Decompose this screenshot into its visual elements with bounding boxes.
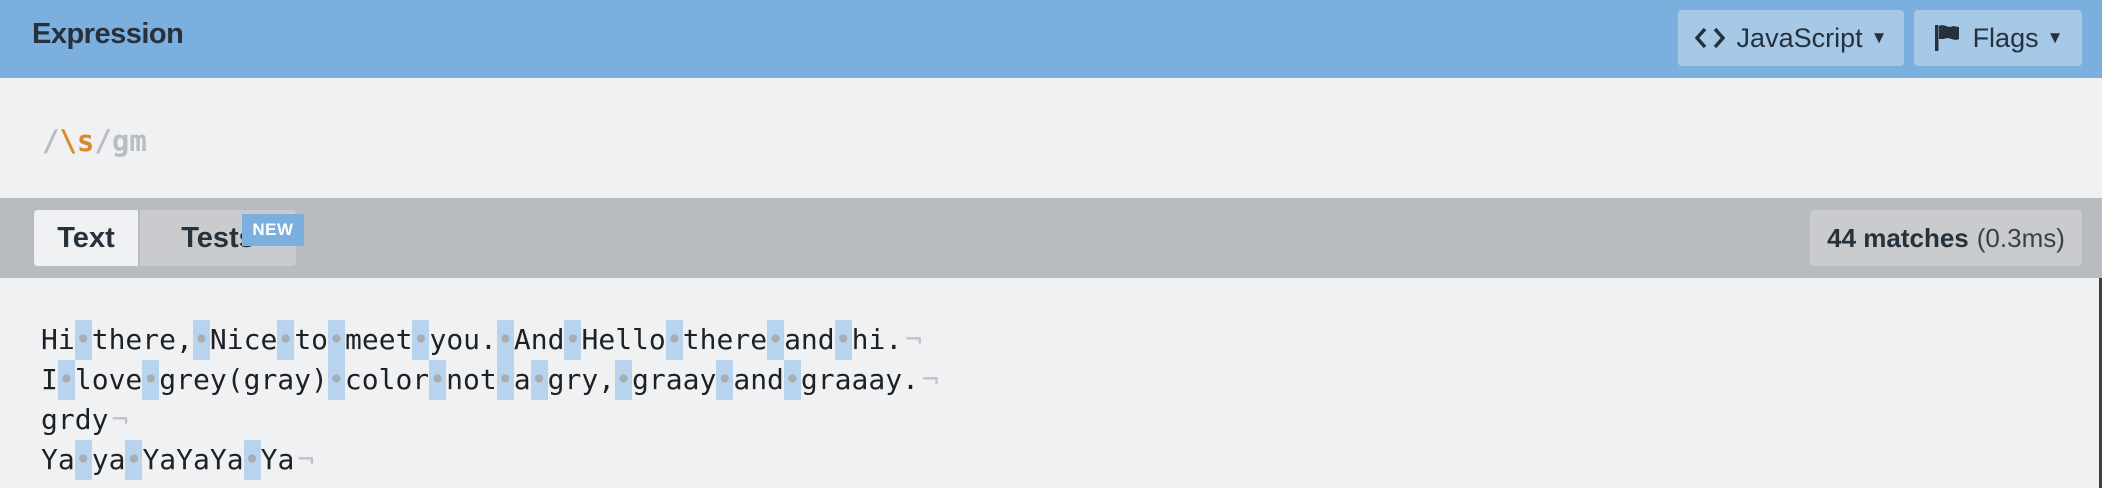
expression-title: Expression [32, 18, 184, 50]
whitespace-match: • [125, 440, 143, 480]
text-word: and [784, 323, 835, 356]
whitespace-match: • [530, 360, 548, 400]
whitespace-match: • [564, 320, 582, 360]
whitespace-match: • [767, 320, 785, 360]
whitespace-match: • [74, 320, 92, 360]
text-word: And [513, 323, 565, 356]
tab-text[interactable]: Text [34, 210, 138, 266]
newline-marker: ¬ [297, 443, 315, 476]
chevron-down-icon: ▼ [2046, 28, 2064, 47]
whitespace-match: • [783, 360, 801, 400]
whitespace-match: • [716, 360, 734, 400]
expression-header: Expression JavaScript ▼ Flags ▼ [0, 0, 2102, 78]
code-icon [1694, 27, 1725, 49]
match-count-badge[interactable]: 44 matches (0.3ms) [1810, 210, 2082, 266]
flag-icon [1933, 23, 1961, 53]
text-word: meet [345, 323, 413, 356]
text-word: I [41, 363, 58, 396]
text-word: ya [91, 443, 126, 476]
match-time: (0.3ms) [1976, 222, 2065, 253]
whitespace-match: • [142, 360, 160, 400]
flags-button[interactable]: Flags ▼ [1914, 10, 2082, 66]
text-tests-tabbar: Text Tests NEW 44 matches (0.3ms) [0, 198, 2102, 278]
text-word: gry, [547, 363, 616, 396]
flags-label: Flags [1972, 22, 2039, 53]
text-word: a [513, 363, 531, 396]
text-word: there [682, 323, 768, 356]
whitespace-match: • [429, 360, 447, 400]
language-select-button[interactable]: JavaScript ▼ [1678, 10, 1904, 66]
regex-expression[interactable]: /\s/gm [42, 124, 147, 158]
new-badge: NEW [242, 214, 304, 246]
newline-marker: ¬ [111, 403, 129, 436]
whitespace-match: • [243, 440, 261, 480]
text-line: I•love•grey(gray)•color•not•a•gry,•graay… [41, 360, 939, 400]
text-word: you. [429, 323, 497, 356]
text-word: color [344, 363, 430, 396]
text-line: Ya•ya•YaYaYa•Ya ¬ [41, 440, 939, 480]
test-text-editor[interactable]: Hi•there,•Nice•to•meet•you.•And•Hello•th… [0, 278, 2102, 488]
whitespace-match: • [327, 360, 345, 400]
text-word: Ya [260, 443, 295, 476]
text-word: Hi [41, 323, 75, 356]
text-word: Ya [41, 443, 75, 476]
text-word: hi. [851, 323, 903, 356]
text-word: graaay. [800, 363, 919, 396]
text-line: Hi•there,•Nice•to•meet•you.•And•Hello•th… [41, 320, 939, 360]
text-word: graay [632, 363, 717, 396]
close-delimiter: / [94, 124, 112, 158]
text-word: grdy [41, 403, 109, 436]
test-text-lines[interactable]: Hi•there,•Nice•to•meet•you.•And•Hello•th… [41, 320, 939, 480]
text-word: and [733, 363, 784, 396]
open-delimiter: / [42, 124, 60, 158]
text-word: Nice [209, 323, 278, 356]
whitespace-match: • [57, 360, 75, 400]
text-word: not [446, 363, 497, 396]
text-word: grey(gray) [159, 363, 328, 396]
regex-pattern[interactable]: \s [59, 124, 94, 158]
newline-marker: ¬ [905, 323, 923, 356]
whitespace-match: • [192, 320, 210, 360]
whitespace-match: • [277, 320, 295, 360]
newline-marker: ¬ [921, 363, 939, 396]
match-count: 44 matches [1827, 222, 1969, 253]
text-word: Hello [581, 323, 666, 356]
whitespace-match: • [74, 440, 92, 480]
whitespace-match: • [615, 360, 633, 400]
text-word: love [74, 363, 143, 396]
text-word: there, [91, 323, 193, 356]
whitespace-match: • [412, 320, 430, 360]
whitespace-match: • [496, 360, 514, 400]
text-word: YaYaYa [142, 443, 244, 476]
whitespace-match: • [834, 320, 852, 360]
expression-editor[interactable]: /\s/gm [0, 78, 2102, 198]
text-word: to [294, 323, 329, 356]
language-label: JavaScript [1736, 22, 1863, 53]
regex-flags: gm [111, 124, 147, 158]
text-line: grdy ¬ [41, 400, 939, 440]
whitespace-match: • [665, 320, 683, 360]
whitespace-match: • [328, 320, 346, 360]
whitespace-match: • [496, 320, 514, 360]
chevron-down-icon: ▼ [1870, 28, 1888, 47]
